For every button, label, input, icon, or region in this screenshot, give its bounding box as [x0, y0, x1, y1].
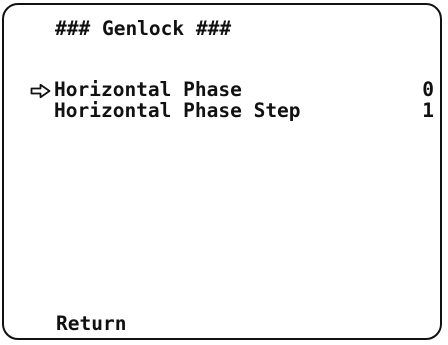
menu-item-label: Horizontal Phase Step: [54, 99, 301, 122]
return-menu-item[interactable]: Return: [56, 312, 126, 336]
osd-menu-frame: [2, 3, 442, 340]
menu-item-horizontal-phase-step[interactable]: Horizontal Phase Step 1: [54, 99, 434, 123]
menu-title: ### Genlock ###: [55, 17, 232, 40]
hollow-right-arrow-icon: [30, 83, 51, 99]
menu-item-value: 1: [422, 99, 434, 122]
